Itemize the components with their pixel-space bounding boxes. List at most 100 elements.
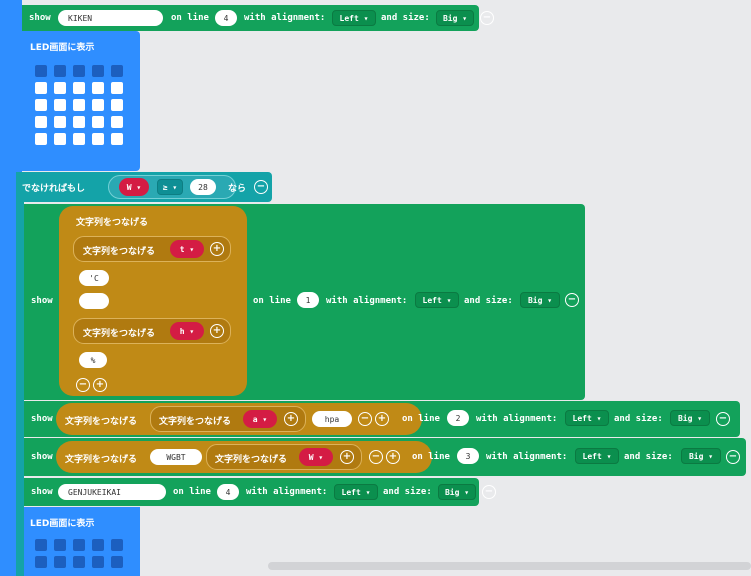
- led-cell[interactable]: [54, 116, 66, 128]
- minus-circle-icon[interactable]: −: [76, 378, 90, 392]
- compare-value-input[interactable]: 28: [190, 179, 216, 195]
- text-input-degc[interactable]: 'C: [79, 270, 109, 286]
- variable-dropdown-t[interactable]: t ▾: [170, 240, 204, 258]
- show-leds-block-1[interactable]: LED画面に表示: [22, 31, 140, 171]
- led-cell[interactable]: [35, 133, 47, 145]
- led-grid[interactable]: [35, 539, 135, 568]
- led-cell[interactable]: [54, 65, 66, 77]
- minus-circle-icon[interactable]: −: [716, 412, 730, 426]
- led-cell[interactable]: [54, 133, 66, 145]
- line-number-input[interactable]: 4: [215, 10, 237, 26]
- minus-circle-icon[interactable]: −: [480, 11, 494, 25]
- led-grid[interactable]: [35, 65, 135, 145]
- minus-circle-icon[interactable]: −: [254, 180, 268, 194]
- led-cell[interactable]: [92, 133, 104, 145]
- led-cell[interactable]: [92, 116, 104, 128]
- led-cell[interactable]: [54, 539, 66, 551]
- led-cell[interactable]: [73, 116, 85, 128]
- horizontal-scrollbar[interactable]: [268, 562, 751, 570]
- led-cell[interactable]: [35, 82, 47, 94]
- led-cell[interactable]: [111, 133, 123, 145]
- text-input-genjukeikai[interactable]: GENJUKEIKAI: [58, 484, 166, 500]
- alignment-dropdown[interactable]: Left ▾: [575, 448, 619, 464]
- led-cell[interactable]: [54, 82, 66, 94]
- alignment-dropdown[interactable]: Left ▾: [334, 484, 378, 500]
- join-block-inner-a[interactable]: 文字列をつなげる a ▾ +: [150, 406, 306, 432]
- variable-dropdown-h[interactable]: h ▾: [170, 322, 204, 340]
- size-dropdown[interactable]: Big ▾: [436, 10, 474, 26]
- size-dropdown[interactable]: Big ▾: [438, 484, 476, 500]
- size-dropdown[interactable]: Big ▾: [670, 410, 710, 426]
- led-cell[interactable]: [92, 539, 104, 551]
- led-cell[interactable]: [73, 539, 85, 551]
- text-input-percent[interactable]: %: [79, 352, 107, 368]
- led-cell[interactable]: [111, 65, 123, 77]
- join-block-inner-w[interactable]: 文字列をつなげる W ▾ +: [206, 444, 362, 470]
- minus-circle-icon[interactable]: −: [482, 485, 496, 499]
- led-cell[interactable]: [111, 556, 123, 568]
- plus-circle-icon[interactable]: +: [386, 450, 400, 464]
- led-cell[interactable]: [92, 556, 104, 568]
- operator-dropdown[interactable]: ≥ ▾: [157, 179, 183, 195]
- minus-circle-icon[interactable]: −: [369, 450, 383, 464]
- led-cell[interactable]: [73, 99, 85, 111]
- text-input-hpa[interactable]: hpa: [312, 411, 352, 427]
- led-cell[interactable]: [35, 65, 47, 77]
- plus-circle-icon[interactable]: +: [210, 324, 224, 338]
- join-block-inner-t[interactable]: 文字列をつなげる t ▾ +: [73, 236, 231, 262]
- led-cell[interactable]: [73, 65, 85, 77]
- show-string-block-line3[interactable]: show 文字列をつなげる WGBT 文字列をつなげる W ▾ + − + on…: [24, 438, 746, 476]
- size-dropdown[interactable]: Big ▾: [520, 292, 560, 308]
- led-cell[interactable]: [92, 82, 104, 94]
- then-label: なら: [228, 184, 247, 194]
- text-input-kiken[interactable]: KIKEN: [58, 10, 163, 26]
- join-block-inner-h[interactable]: 文字列をつなげる h ▾ +: [73, 318, 231, 344]
- line-number-input[interactable]: 4: [217, 484, 239, 500]
- show-string-block-line2[interactable]: show 文字列をつなげる 文字列をつなげる a ▾ + hpa − + on …: [24, 401, 740, 437]
- show-leds-block-2[interactable]: LED画面に表示: [24, 507, 140, 576]
- elseif-block[interactable]: でなければもし W ▾ ≥ ▾ 28 なら −: [16, 172, 272, 202]
- minus-circle-icon[interactable]: −: [358, 412, 372, 426]
- variable-dropdown-w[interactable]: W ▾: [299, 448, 333, 466]
- plus-circle-icon[interactable]: +: [284, 412, 298, 426]
- led-cell[interactable]: [111, 99, 123, 111]
- text-input-wgbt[interactable]: WGBT: [150, 449, 202, 465]
- led-cell[interactable]: [92, 99, 104, 111]
- plus-circle-icon[interactable]: +: [375, 412, 389, 426]
- led-cell[interactable]: [35, 539, 47, 551]
- size-dropdown[interactable]: Big ▾: [681, 448, 721, 464]
- led-cell[interactable]: [54, 99, 66, 111]
- led-cell[interactable]: [73, 82, 85, 94]
- led-cell[interactable]: [35, 116, 47, 128]
- variable-dropdown-a[interactable]: a ▾: [243, 410, 277, 428]
- alignment-dropdown[interactable]: Left ▾: [332, 10, 376, 26]
- led-cell[interactable]: [111, 539, 123, 551]
- show-string-block-kiken[interactable]: show KIKEN on line 4 with alignment: Lef…: [22, 5, 494, 31]
- led-cell[interactable]: [35, 99, 47, 111]
- led-cell[interactable]: [111, 116, 123, 128]
- led-cell[interactable]: [111, 82, 123, 94]
- led-cell[interactable]: [35, 556, 47, 568]
- minus-circle-icon[interactable]: −: [726, 450, 740, 464]
- variable-dropdown-w[interactable]: W ▾: [119, 178, 149, 196]
- led-cell[interactable]: [92, 65, 104, 77]
- led-cell[interactable]: [73, 133, 85, 145]
- minus-circle-icon[interactable]: −: [565, 293, 579, 307]
- plus-circle-icon[interactable]: +: [210, 242, 224, 256]
- join-block-line2[interactable]: 文字列をつなげる 文字列をつなげる a ▾ + hpa − +: [56, 403, 422, 435]
- line-number-input[interactable]: 1: [297, 292, 319, 308]
- alignment-dropdown[interactable]: Left ▾: [415, 292, 459, 308]
- join-block-line3[interactable]: 文字列をつなげる WGBT 文字列をつなげる W ▾ + − +: [56, 441, 432, 473]
- alignment-dropdown[interactable]: Left ▾: [565, 410, 609, 426]
- comparison-block[interactable]: W ▾ ≥ ▾ 28: [108, 175, 236, 199]
- line-number-input[interactable]: 3: [457, 448, 479, 464]
- line-number-input[interactable]: 2: [447, 410, 469, 426]
- show-string-block-genjukeikai[interactable]: show GENJUKEIKAI on line 4 with alignmen…: [24, 478, 496, 506]
- led-cell[interactable]: [54, 556, 66, 568]
- plus-circle-icon[interactable]: +: [340, 450, 354, 464]
- plus-circle-icon[interactable]: +: [93, 378, 107, 392]
- text-input-blank[interactable]: [79, 293, 109, 309]
- show-string-block-line1[interactable]: show 文字列をつなげる 文字列をつなげる t ▾ + 'C 文字列をつなげる…: [24, 204, 585, 400]
- led-cell[interactable]: [73, 556, 85, 568]
- join-block-outer[interactable]: 文字列をつなげる 文字列をつなげる t ▾ + 'C 文字列をつなげる h ▾ …: [59, 206, 247, 396]
